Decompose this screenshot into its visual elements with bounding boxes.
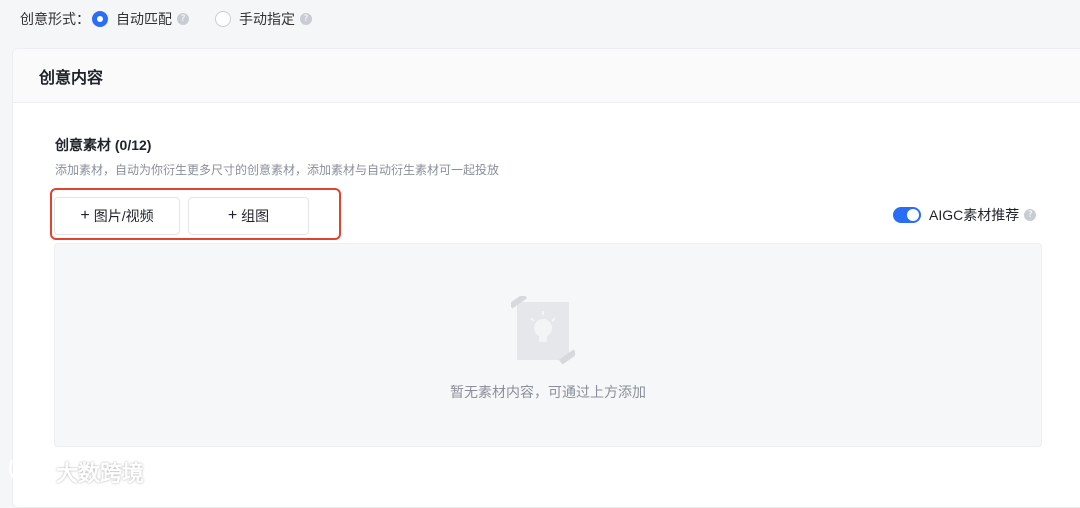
- aigc-recommend: AIGC素材推荐 ?: [893, 205, 1037, 225]
- help-icon[interactable]: ?: [177, 13, 189, 25]
- creative-content-card: 创意内容 创意素材 (0/12) 添加素材，自动为你衍生更多尺寸的创意素材，添加…: [12, 48, 1080, 508]
- card-header: 创意内容: [13, 49, 1080, 103]
- materials-empty-area: 暂无素材内容，可通过上方添加: [54, 243, 1042, 447]
- radio-manual[interactable]: 手动指定 ?: [215, 9, 312, 29]
- card-title: 创意内容: [39, 69, 104, 87]
- radio-auto-match-indicator[interactable]: [92, 11, 108, 27]
- radio-auto-match[interactable]: 自动匹配 ?: [92, 9, 189, 29]
- aigc-toggle[interactable]: [893, 207, 921, 223]
- empty-state-text: 暂无素材内容，可通过上方添加: [450, 384, 646, 400]
- annotation-highlight-box: [50, 188, 341, 240]
- help-icon[interactable]: ?: [300, 13, 312, 25]
- radio-auto-match-label: 自动匹配: [116, 11, 172, 27]
- creative-form-row: 创意形式： 自动匹配 ? 手动指定 ?: [20, 8, 312, 30]
- watermark: 大数跨境: [8, 456, 144, 488]
- creative-form-label: 创意形式：: [20, 11, 90, 27]
- empty-lightbulb-icon: [508, 293, 578, 371]
- radio-manual-indicator[interactable]: [215, 11, 231, 27]
- watermark-text: 大数跨境: [56, 461, 145, 486]
- aigc-label: AIGC素材推荐: [929, 207, 1020, 223]
- help-icon[interactable]: ?: [1024, 209, 1037, 221]
- materials-title: 创意素材 (0/12): [55, 137, 152, 153]
- materials-description: 添加素材，自动为你衍生更多尺寸的创意素材，添加素材与自动衍生素材可一起投放: [55, 163, 500, 177]
- watermark-logo-icon: [8, 456, 50, 488]
- radio-manual-label: 手动指定: [239, 11, 295, 27]
